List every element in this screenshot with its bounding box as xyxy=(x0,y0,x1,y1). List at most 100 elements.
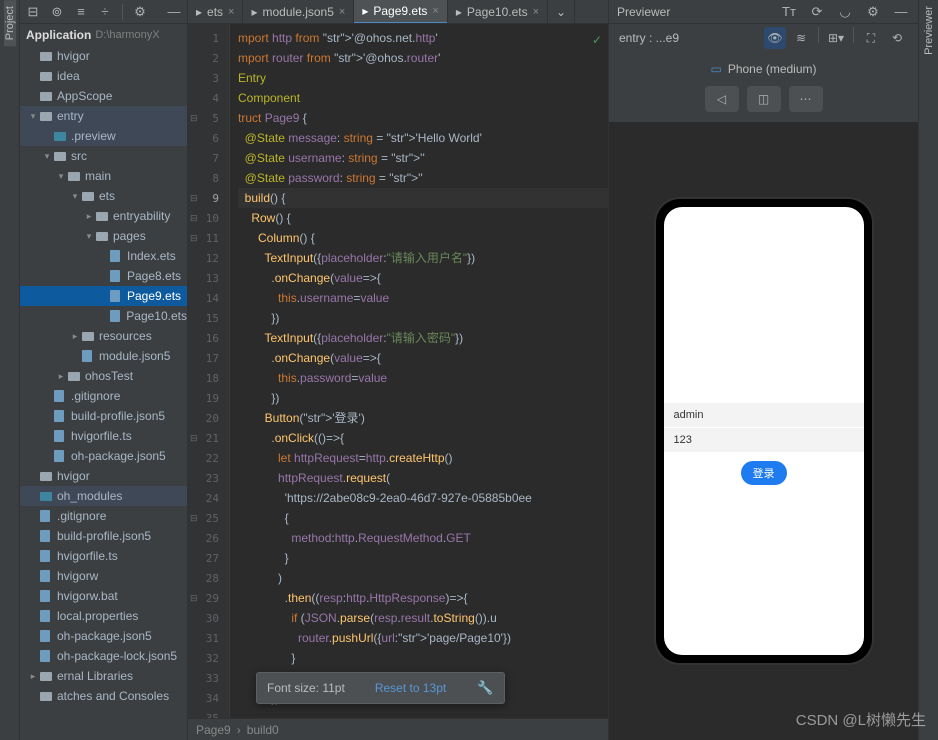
line-number[interactable]: 18 xyxy=(188,368,229,388)
code-line[interactable]: }) xyxy=(238,388,608,408)
tree-item[interactable]: ▸entryability xyxy=(20,206,187,226)
expand-icon[interactable]: ≡ xyxy=(72,3,90,21)
editor-tab[interactable]: ▸Page10.ets× xyxy=(448,0,548,24)
code-line[interactable]: mport router from "str">'@ohos.router' xyxy=(238,48,608,68)
editor-tab[interactable]: ▸ets× xyxy=(188,0,243,24)
code-area[interactable]: ✓ mport http from "str">'@ohos.net.http'… xyxy=(230,24,608,718)
sidetab-project[interactable]: Project xyxy=(4,0,16,46)
tree-item[interactable]: hvigor xyxy=(20,46,187,66)
tree-item[interactable]: atches and Consoles xyxy=(20,686,187,706)
tree-item[interactable]: module.json5 xyxy=(20,346,187,366)
login-button[interactable]: 登录 xyxy=(741,461,787,485)
tree-item[interactable]: hvigorfile.ts xyxy=(20,546,187,566)
editor-tab[interactable]: ▸module.json5× xyxy=(243,0,354,24)
tree-item[interactable]: ▸ernal Libraries xyxy=(20,666,187,686)
target-icon[interactable]: ⊚ xyxy=(48,3,66,21)
tree-item[interactable]: ▸ohosTest xyxy=(20,366,187,386)
tree-item[interactable]: oh-package.json5 xyxy=(20,446,187,466)
code-line[interactable]: TextInput({placeholder:"请输入密码"}) xyxy=(238,328,608,348)
line-number[interactable]: 6 xyxy=(188,128,229,148)
line-number[interactable]: 27 xyxy=(188,548,229,568)
line-number[interactable]: 23 xyxy=(188,468,229,488)
code-line[interactable]: } xyxy=(238,648,608,668)
tree-item[interactable]: build-profile.json5 xyxy=(20,406,187,426)
tree-item[interactable]: hvigorfile.ts xyxy=(20,426,187,446)
line-number[interactable]: 35 xyxy=(188,708,229,718)
reset-link[interactable]: Reset to 13pt xyxy=(375,681,446,695)
code-line[interactable]: } xyxy=(238,548,608,568)
line-number[interactable]: 2 xyxy=(188,48,229,68)
tree-item[interactable]: oh-package-lock.json5 xyxy=(20,646,187,666)
tree-item[interactable]: ▾entry xyxy=(20,106,187,126)
code-line[interactable]: Entry xyxy=(238,68,608,88)
tree-item[interactable]: AppScope xyxy=(20,86,187,106)
collapse-icon[interactable]: ⊟ xyxy=(24,3,42,21)
rotate-icon[interactable]: ⟲ xyxy=(886,27,908,49)
line-number[interactable]: 22 xyxy=(188,448,229,468)
code-line[interactable]: build() { xyxy=(238,188,608,208)
line-number[interactable]: 9⊟ xyxy=(188,188,229,208)
code-line[interactable]: this.password=value xyxy=(238,368,608,388)
sidetab-right[interactable]: Previewer xyxy=(923,0,935,61)
line-number[interactable]: 15 xyxy=(188,308,229,328)
code-line[interactable]: Column() { xyxy=(238,228,608,248)
tree-item[interactable]: ▾main xyxy=(20,166,187,186)
line-number[interactable]: 10⊟ xyxy=(188,208,229,228)
line-number[interactable]: 21⊟ xyxy=(188,428,229,448)
close-icon[interactable]: × xyxy=(228,6,234,18)
code-line[interactable]: method:http.RequestMethod.GET xyxy=(238,528,608,548)
code-line[interactable]: @State password: string = "str">'' xyxy=(238,168,608,188)
line-number[interactable]: 14 xyxy=(188,288,229,308)
tree-item[interactable]: ▾src xyxy=(20,146,187,166)
code-line[interactable]: this.username=value xyxy=(238,288,608,308)
device-chip[interactable]: ▭ Phone (medium) xyxy=(710,62,816,76)
line-number[interactable]: 33 xyxy=(188,668,229,688)
code-line[interactable]: }) xyxy=(238,308,608,328)
tree-item[interactable]: oh_modules xyxy=(20,486,187,506)
line-number[interactable]: 12 xyxy=(188,248,229,268)
tree-item[interactable]: idea xyxy=(20,66,187,86)
code-line[interactable]: { xyxy=(238,508,608,528)
line-number[interactable]: 30 xyxy=(188,608,229,628)
code-line[interactable]: .onChange(value=>{ xyxy=(238,268,608,288)
line-number[interactable]: 25⊟ xyxy=(188,508,229,528)
tree-item[interactable]: ▾ets xyxy=(20,186,187,206)
hide-icon[interactable]: — xyxy=(165,3,183,21)
tree-item[interactable]: build-profile.json5 xyxy=(20,526,187,546)
phone-screen[interactable]: admin 123 登录 xyxy=(664,207,864,655)
split-button[interactable]: ◫ xyxy=(747,86,781,112)
code-line[interactable]: router.pushUrl({url:"str">'page/Page10'}… xyxy=(238,628,608,648)
line-number[interactable]: 13 xyxy=(188,268,229,288)
tree-item[interactable]: .preview xyxy=(20,126,187,146)
tree-item[interactable]: .gitignore xyxy=(20,506,187,526)
code-line[interactable]: ) xyxy=(238,568,608,588)
code-line[interactable]: @State message: string = "str">'Hello Wo… xyxy=(238,128,608,148)
wrench-icon[interactable]: 🔧 xyxy=(476,679,494,697)
code-line[interactable]: @State username: string = "str">'' xyxy=(238,148,608,168)
crop-icon[interactable]: ⛶ xyxy=(860,27,882,49)
username-input[interactable]: admin xyxy=(664,403,864,427)
line-number[interactable]: 16 xyxy=(188,328,229,348)
tree-item[interactable]: Page8.ets xyxy=(20,266,187,286)
breadcrumb[interactable]: Page9›build0 xyxy=(188,718,608,740)
tree-item[interactable]: oh-package.json5 xyxy=(20,626,187,646)
line-number[interactable]: 34 xyxy=(188,688,229,708)
code-line[interactable]: .onClick(()=>{ xyxy=(238,428,608,448)
line-number[interactable]: 7 xyxy=(188,148,229,168)
code-line[interactable] xyxy=(238,708,608,718)
tree-item[interactable]: Page9.ets xyxy=(20,286,187,306)
tree-item[interactable]: local.properties xyxy=(20,606,187,626)
line-number[interactable]: 11⊟ xyxy=(188,228,229,248)
code-line[interactable]: Button("str">'登录') xyxy=(238,408,608,428)
line-number[interactable]: 29⊟ xyxy=(188,588,229,608)
more-button[interactable]: ⋯ xyxy=(789,86,823,112)
close-icon[interactable]: × xyxy=(432,5,438,17)
tree-item[interactable]: .gitignore xyxy=(20,386,187,406)
tree-item[interactable]: hvigorw.bat xyxy=(20,586,187,606)
code-line[interactable]: mport http from "str">'@ohos.net.http' xyxy=(238,28,608,48)
line-number[interactable]: 5⊟ xyxy=(188,108,229,128)
tree-item[interactable]: ▸resources xyxy=(20,326,187,346)
line-number[interactable]: 1 xyxy=(188,28,229,48)
line-number[interactable]: 3 xyxy=(188,68,229,88)
tt-icon[interactable]: Tᴛ xyxy=(780,3,798,21)
